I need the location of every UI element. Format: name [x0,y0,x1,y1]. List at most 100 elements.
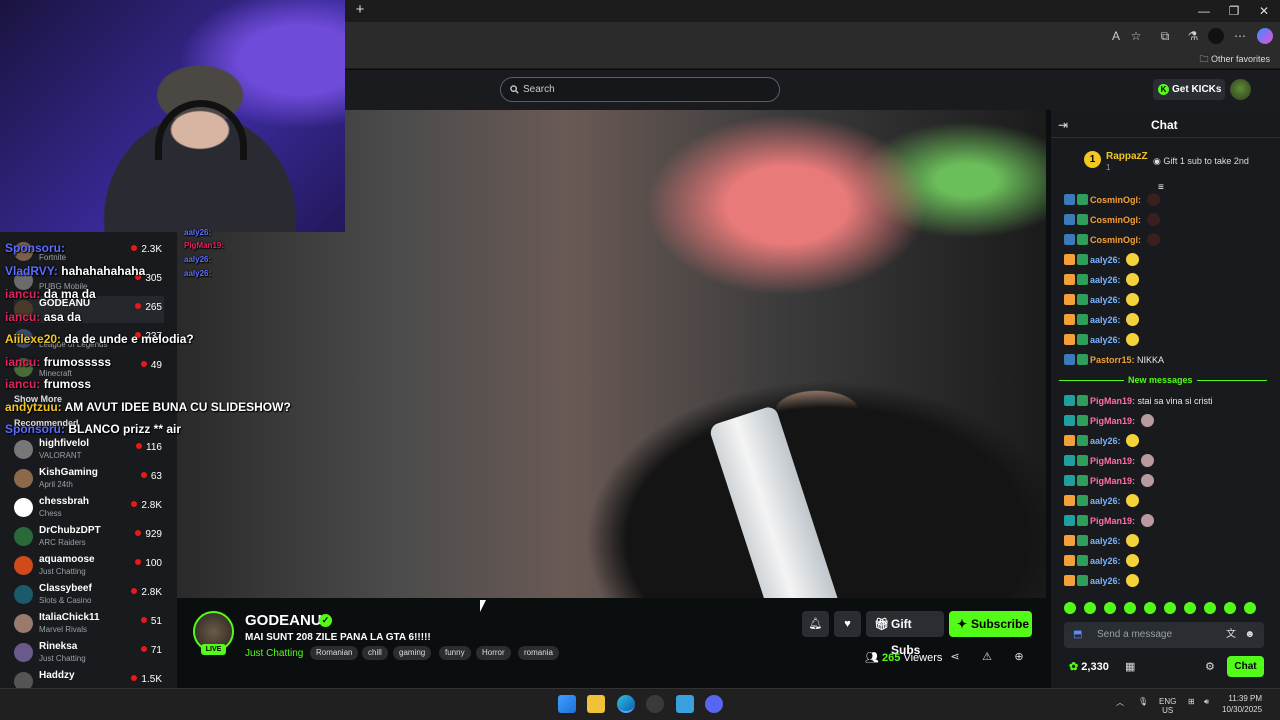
sidebar-channel[interactable]: Rineksa Just Chatting 71 [14,639,164,666]
profile-avatar-icon[interactable] [1208,28,1224,44]
chat-settings-icon[interactable]: ⚙ [1205,660,1215,673]
chat-message-input[interactable]: ⬒ Send a message 文 ☻ [1064,622,1264,648]
sidebar-channel[interactable]: DrChubzDPT ARC Raiders 929 [14,523,164,550]
app-icon[interactable] [646,695,664,713]
emote-icon[interactable] [1084,602,1096,614]
system-clock[interactable]: 11:39 PM 10/30/2025 [1222,693,1262,715]
chat-username[interactable]: CosminOgl: [1090,215,1141,225]
stream-tag[interactable]: chill [362,646,388,660]
file-explorer-icon[interactable] [587,695,605,713]
language-indicator[interactable]: ENG US [1159,697,1176,715]
chat-username[interactable]: aaly26: [1090,335,1121,345]
sidebar-channel[interactable]: KishGaming April 24th 63 [14,465,164,492]
user-plus-icon[interactable]: ⊕ [1012,651,1026,664]
emoji-picker-icon[interactable]: ☻ [1244,622,1255,648]
sidebar-channel[interactable]: aquamoose Just Chatting 100 [14,552,164,579]
stream-tag[interactable]: Romanian [310,646,359,660]
extensions-icon[interactable]: ⧉ [1157,28,1173,44]
sidebar-channel[interactable]: chessbrah Chess 2.8K [14,494,164,521]
gift-prompt[interactable]: ◉ Gift 1 sub to take 2nd [1153,156,1249,167]
tray-overflow-icon[interactable]: ︿ [1116,697,1124,708]
volume-icon[interactable]: 🔊︎ [1204,697,1209,707]
badge-icon [1064,535,1075,546]
overlay-user: aaly26: [184,269,212,278]
chat-username[interactable]: aaly26: [1090,275,1121,285]
more-menu-icon[interactable]: ⋯ [1232,28,1248,44]
close-icon[interactable]: ✕ [1255,3,1273,19]
store-icon[interactable]: ▦ [1125,660,1135,673]
chat-username[interactable]: aaly26: [1090,496,1121,506]
subscribe-button[interactable]: ✦ Subscribe [949,611,1032,637]
network-icon[interactable]: ⊞ [1188,697,1195,706]
chat-title: Chat [1151,118,1178,132]
edge-browser-icon[interactable] [617,695,635,713]
chat-username[interactable]: CosminOgl: [1090,195,1141,205]
sidebar-channel[interactable]: Haddzy 1.5K [14,668,164,688]
emote-icon[interactable] [1204,602,1216,614]
maximize-icon[interactable]: ❐ [1225,3,1243,19]
share-icon[interactable]: ⋖ [948,651,962,664]
emote-icon[interactable] [1124,602,1136,614]
sidebar-channel[interactable]: ItaliaChick11 Marvel Rivals 51 [14,610,164,637]
discord-icon[interactable] [705,695,723,713]
new-tab-button[interactable]: + [352,2,368,18]
emote-icon[interactable] [1164,602,1176,614]
emote-icon[interactable] [1104,602,1116,614]
chat-username[interactable]: PigMan19: [1090,476,1135,486]
microphone-icon[interactable]: 🎙︎ [1138,697,1148,706]
chat-username[interactable]: Pastorr15: [1090,355,1135,365]
streamer-name[interactable]: GODEANU [245,612,322,629]
chat-username[interactable]: PigMan19: [1090,416,1135,426]
copilot-icon[interactable] [1257,28,1273,44]
chat-username[interactable]: aaly26: [1090,436,1121,446]
emote-icon [1146,193,1160,206]
notification-bell-button[interactable]: 🔔︎ [802,611,829,637]
emote-icon[interactable] [1144,602,1156,614]
chat-username[interactable]: PigMan19: [1090,456,1135,466]
emote-icon[interactable] [1184,602,1196,614]
sidebar-channel[interactable]: Classybeef Slots & Casino 2.8K [14,581,164,608]
chat-username[interactable]: aaly26: [1090,576,1121,586]
send-chat-button[interactable]: Chat [1227,656,1264,677]
stream-tag[interactable]: funny [439,646,471,660]
leaderboard-user[interactable]: RappazZ [1106,151,1148,162]
collapse-chat-icon[interactable]: ⇥ [1058,118,1068,132]
follow-button[interactable]: ♥ [834,611,861,637]
translate-icon[interactable]: 文 [1226,622,1236,648]
stream-tag[interactable]: Horror [476,646,511,660]
favorite-star-icon[interactable]: ☆ [1128,28,1144,44]
read-aloud-icon[interactable]: A [1108,28,1124,44]
user-avatar[interactable] [1230,79,1251,100]
emote-icon [1126,434,1140,447]
chat-username[interactable]: aaly26: [1090,556,1121,566]
emote-icon[interactable] [1244,602,1256,614]
stream-tag[interactable]: romania [518,646,559,660]
minimize-icon[interactable]: — [1195,3,1213,19]
gift-subs-button[interactable]: 🎁︎ Gift Subs [866,611,944,657]
emote-icon[interactable] [1064,602,1076,614]
report-icon[interactable]: ⚠ [980,651,994,664]
kicks-balance[interactable]: ✿ 2,330 [1069,660,1109,673]
chat-username[interactable]: PigMan19: [1090,396,1135,406]
chat-username[interactable]: PigMan19: [1090,516,1135,526]
stream-tag[interactable]: gaming [393,646,432,660]
search-input[interactable]: Search [500,77,780,102]
stream-category-link[interactable]: Just Chatting [245,648,303,659]
chat-username[interactable]: aaly26: [1090,255,1121,265]
kicks-icon: ✿ [1069,661,1082,673]
other-favorites-link[interactable]: 🗀 Other favorites [1199,52,1270,68]
subscriber-badge-icon [1077,274,1088,285]
chat-username[interactable]: CosminOgl: [1090,235,1141,245]
chat-username[interactable]: aaly26: [1090,315,1121,325]
new-messages-label[interactable]: New messages [1124,375,1197,385]
extension-icon[interactable]: ⚗ [1185,28,1201,44]
chat-username[interactable]: aaly26: [1090,536,1121,546]
region-label: US [1162,706,1174,715]
app-icon[interactable] [676,695,694,713]
get-kicks-button[interactable]: K Get KICKs [1153,79,1225,100]
emote-icon[interactable] [1224,602,1236,614]
overlay-text: frumoss [43,377,92,391]
sidebar-channel[interactable]: highfivelol VALORANT 116 [14,436,164,463]
windows-start-icon[interactable] [558,695,576,713]
chat-username[interactable]: aaly26: [1090,295,1121,305]
